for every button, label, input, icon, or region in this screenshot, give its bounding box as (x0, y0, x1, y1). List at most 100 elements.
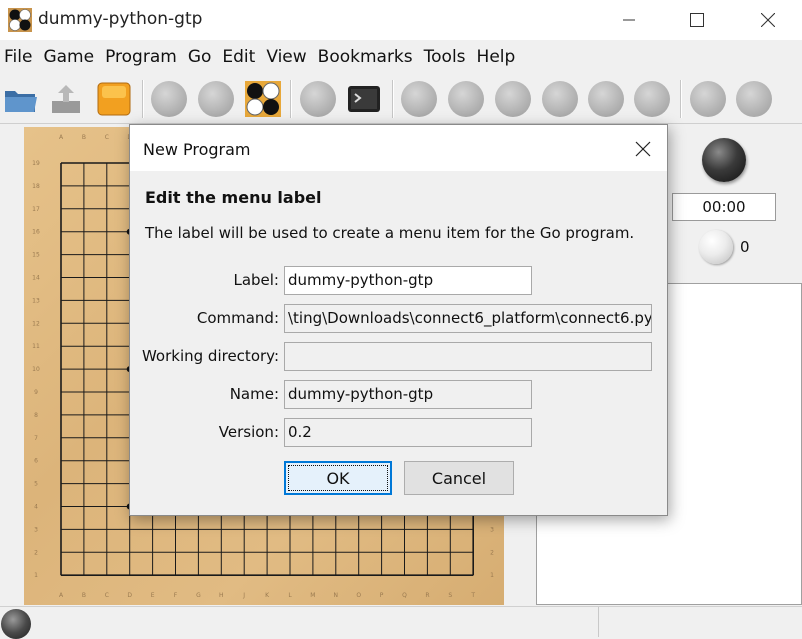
board-coordinate-letter: K (265, 592, 270, 599)
board-coordinate-number: 2 (490, 549, 494, 556)
board-coordinate-number: 14 (32, 275, 40, 282)
board-coordinate-number: 16 (32, 229, 40, 236)
interrupt-icon[interactable] (300, 81, 336, 117)
board-coordinate-number: 10 (32, 366, 40, 373)
board-coordinate-number: 5 (34, 481, 38, 488)
menu-help[interactable]: Help (477, 47, 516, 67)
board-coordinate-number: 19 (32, 160, 40, 167)
board-coordinate-number: 8 (34, 412, 38, 419)
board-coordinate-letter: M (310, 592, 315, 599)
board-coordinate-number: 12 (32, 320, 40, 327)
menu-file[interactable]: File (4, 47, 32, 67)
dialog-title: New Program (143, 140, 251, 159)
cancel-button-label: Cancel (431, 468, 487, 488)
ok-button[interactable]: OK (284, 461, 392, 495)
menu-edit[interactable]: Edit (222, 47, 255, 67)
menu-tools[interactable]: Tools (424, 47, 466, 67)
window-title: dummy-python-gtp (38, 9, 203, 29)
command-input[interactable]: \ting\Downloads\connect6_platform\connec… (284, 304, 652, 333)
board-coordinate-letter: L (288, 592, 292, 599)
menu-game[interactable]: Game (43, 47, 94, 67)
toolbar-separator (142, 80, 144, 118)
status-bar (0, 606, 802, 637)
maximize-icon[interactable] (674, 0, 720, 40)
toolbar-separator (392, 80, 394, 118)
board-coordinate-letter: S (448, 592, 452, 599)
window-titlebar: dummy-python-gtp (0, 0, 802, 40)
board-coordinate-number: 7 (34, 435, 38, 442)
backward-icon[interactable] (495, 81, 531, 117)
open-folder-icon[interactable] (3, 81, 39, 117)
previous-variation-icon[interactable] (736, 81, 772, 117)
dialog-heading: Edit the menu label (145, 188, 322, 207)
board-coordinate-letter: N (334, 592, 339, 599)
board-coordinate-letter: C (105, 134, 109, 141)
board-coordinate-number: 4 (34, 504, 38, 511)
board-coordinate-letter: Q (402, 592, 407, 599)
board-coordinate-number: 6 (34, 458, 38, 465)
minimize-icon[interactable] (606, 0, 652, 40)
white-captured-stone (699, 230, 733, 264)
name-input[interactable]: dummy-python-gtp (284, 380, 532, 409)
new-program-dialog: New Program Edit the menu label The labe… (129, 124, 668, 516)
forward-10-icon[interactable] (588, 81, 624, 117)
close-icon[interactable] (745, 0, 791, 40)
board-coordinate-letter: B (82, 134, 86, 141)
menu-bar: File Game Program Go Edit View Bookmarks… (0, 44, 802, 70)
forward-icon[interactable] (542, 81, 578, 117)
menu-program[interactable]: Program (105, 47, 177, 67)
board-coordinate-number: 1 (34, 572, 38, 579)
game-clock: 00:00 (672, 193, 776, 221)
version-input[interactable]: 0.2 (284, 418, 532, 447)
dialog-close-icon[interactable] (630, 136, 656, 162)
board-coordinate-number: 3 (34, 526, 38, 533)
board-coordinate-letter: C (105, 592, 109, 599)
board-coordinate-number: 1 (490, 572, 494, 579)
dialog-description: The label will be used to create a menu … (145, 224, 635, 242)
board-coordinate-letter: E (151, 592, 155, 599)
version-field-label: Version: (218, 423, 279, 441)
end-icon[interactable] (634, 81, 670, 117)
working-directory-input[interactable] (284, 342, 652, 371)
play-icon[interactable] (151, 81, 187, 117)
label-input[interactable]: dummy-python-gtp (284, 266, 532, 295)
board-coordinate-letter: G (196, 592, 201, 599)
new-game-icon[interactable] (96, 81, 132, 117)
to-move-indicator-stone (1, 609, 31, 639)
setup-icon[interactable] (198, 81, 234, 117)
status-divider (598, 607, 599, 637)
board-editor-icon[interactable] (245, 81, 281, 117)
gtp-shell-icon[interactable] (346, 81, 382, 117)
dialog-titlebar: New Program (130, 125, 667, 171)
cancel-button[interactable]: Cancel (404, 461, 514, 495)
board-coordinate-letter: A (59, 134, 64, 141)
board-coordinate-number: 13 (32, 297, 40, 304)
board-coordinate-number: 17 (32, 206, 40, 213)
board-coordinate-number: 2 (34, 549, 38, 556)
board-coordinate-number: 15 (32, 252, 40, 259)
backward-10-icon[interactable] (448, 81, 484, 117)
toolbar (0, 74, 802, 124)
board-coordinate-letter: B (82, 592, 86, 599)
board-coordinate-number: 3 (490, 526, 494, 533)
next-variation-icon[interactable] (690, 81, 726, 117)
go-board-app-icon (8, 8, 32, 32)
toolbar-separator (680, 80, 682, 118)
board-coordinate-number: 9 (34, 389, 38, 396)
command-field-label: Command: (196, 309, 279, 327)
beginning-icon[interactable] (401, 81, 437, 117)
menu-bookmarks[interactable]: Bookmarks (318, 47, 413, 67)
save-icon[interactable] (48, 81, 84, 117)
focus-ring (288, 465, 388, 491)
board-coordinate-letter: T (470, 592, 475, 599)
board-coordinate-letter: A (59, 592, 64, 599)
board-coordinate-letter: P (380, 592, 384, 599)
board-coordinate-number: 18 (32, 183, 40, 190)
menu-view[interactable]: View (266, 47, 306, 67)
board-coordinate-letter: D (127, 592, 132, 599)
captured-count: 0 (740, 238, 750, 256)
board-coordinate-letter: J (242, 592, 245, 599)
board-coordinate-letter: R (425, 592, 429, 599)
board-coordinate-letter: F (174, 592, 178, 599)
menu-go[interactable]: Go (188, 47, 212, 67)
